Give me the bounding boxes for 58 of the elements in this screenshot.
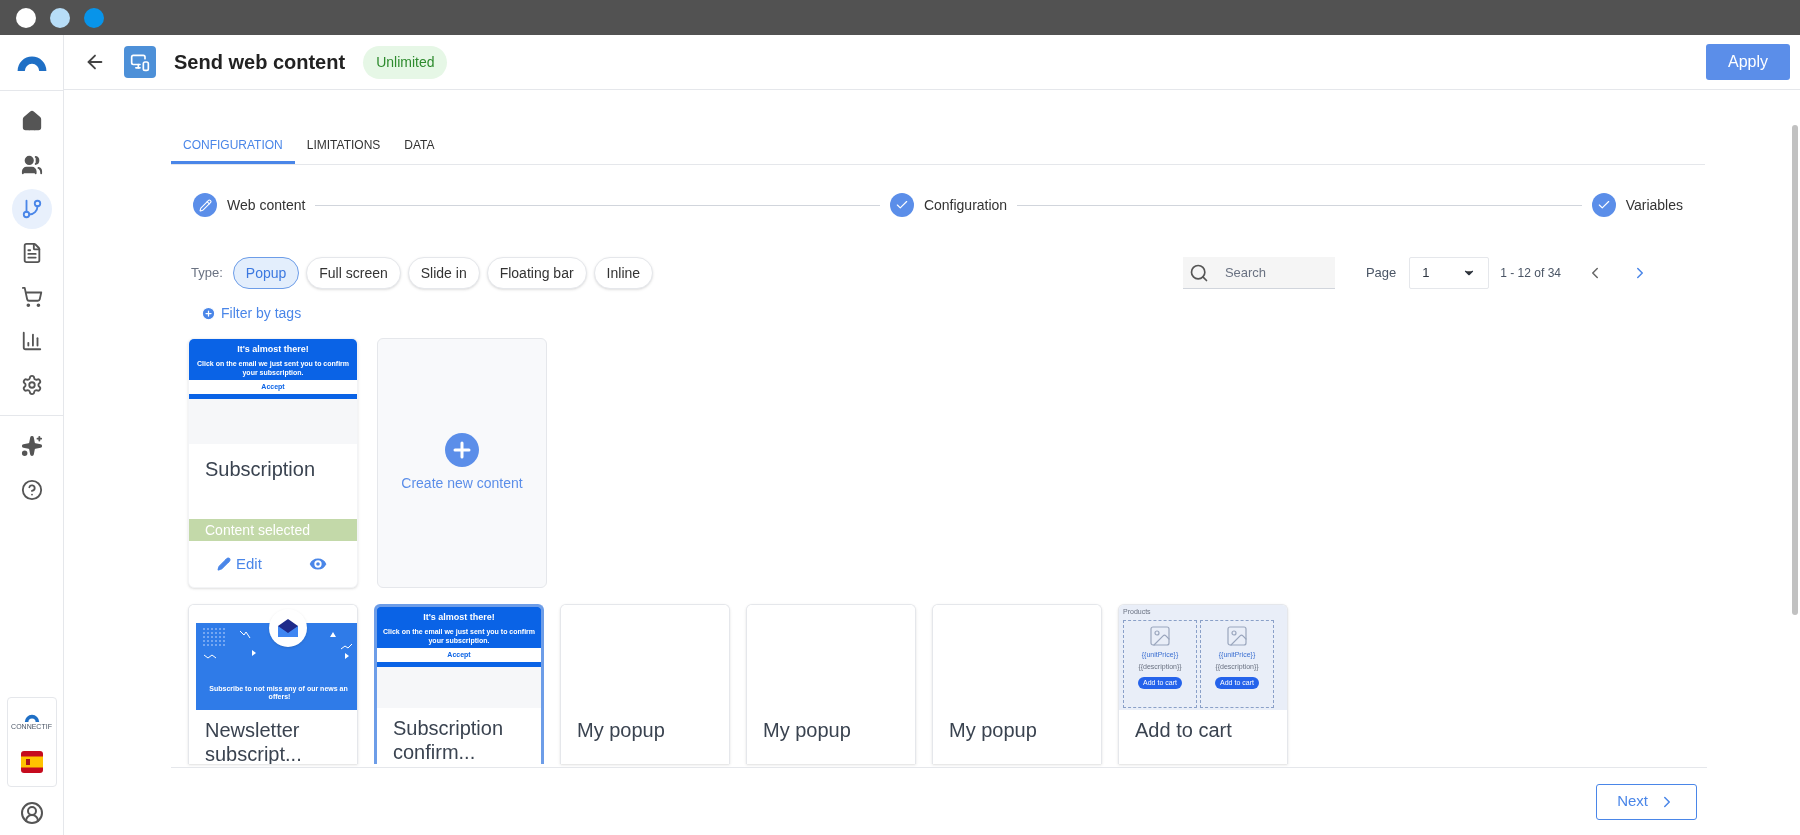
web-content-icon	[124, 46, 156, 78]
branch-icon	[20, 198, 43, 220]
type-chip[interactable]: Popup	[232, 257, 300, 289]
card-title: My popup	[576, 718, 666, 742]
type-chip[interactable]: Inline	[593, 257, 654, 289]
step-label: Web content	[227, 195, 306, 215]
cart-icon	[20, 286, 43, 308]
plus-circle-icon	[201, 306, 216, 321]
filter-by-tags-link[interactable]: Filter by tags	[201, 303, 302, 324]
tab[interactable]: LIMITATIONS	[294, 128, 393, 164]
card-title: My popup	[948, 718, 1038, 742]
page-range: 1 - 12 of 34	[1500, 265, 1561, 282]
type-chip[interactable]: Floating bar	[486, 257, 587, 289]
unlimited-badge: Unlimited	[363, 45, 448, 79]
confetti-drawing	[202, 627, 258, 661]
tab[interactable]: CONFIGURATION	[171, 128, 295, 164]
user-avatar-icon[interactable]	[19, 801, 44, 825]
flag-icon	[20, 750, 43, 773]
search-icon	[1188, 263, 1209, 283]
page-select[interactable]: 1	[1409, 257, 1490, 289]
step-label: Configuration	[923, 195, 1008, 215]
edit-button[interactable]: Edit	[217, 552, 262, 576]
type-label: Type:	[191, 264, 223, 283]
preview-heading: It's almost there!	[237, 343, 309, 356]
preview-heading: It's almost there!	[423, 611, 495, 624]
image-placeholder-icon	[1148, 623, 1172, 648]
content-card[interactable]: My popup	[746, 604, 916, 764]
card-title: Subscription	[205, 458, 316, 480]
home-icon	[20, 110, 43, 132]
sidebar-item[interactable]	[11, 189, 52, 229]
step-check-icon	[889, 193, 914, 217]
step-edit-icon	[193, 193, 217, 217]
card-title: Add to cart	[1134, 718, 1233, 742]
sparkles-icon	[20, 435, 43, 457]
card-title: My popup	[762, 718, 852, 742]
envelope-icon	[277, 618, 299, 638]
next-button[interactable]: Next	[1596, 783, 1697, 820]
pencil-icon	[217, 557, 231, 571]
card-title: Subscription confirm...	[392, 716, 505, 764]
scrollbar[interactable]	[1792, 125, 1798, 615]
content-card[interactable]: My popup	[932, 604, 1102, 764]
content-card[interactable]: My popup	[560, 604, 730, 764]
page-label: Page	[1365, 264, 1397, 283]
logo-icon	[15, 54, 48, 71]
search-field[interactable]: Search	[1182, 257, 1335, 289]
image-placeholder-icon	[1225, 623, 1249, 648]
settings-icon	[20, 374, 43, 396]
type-chip[interactable]: Slide in	[407, 257, 480, 289]
step-label: Variables	[1625, 195, 1683, 215]
content-selected-status: Content selected	[189, 519, 357, 541]
people-icon	[20, 154, 43, 176]
help-icon	[20, 479, 43, 501]
page-title: Send web content	[174, 50, 346, 75]
logo-icon	[23, 714, 40, 722]
type-chip[interactable]: Full screen	[306, 257, 401, 289]
step-check-icon	[1591, 193, 1616, 217]
bar-chart-icon	[20, 330, 43, 352]
tab[interactable]: DATA	[392, 128, 447, 164]
